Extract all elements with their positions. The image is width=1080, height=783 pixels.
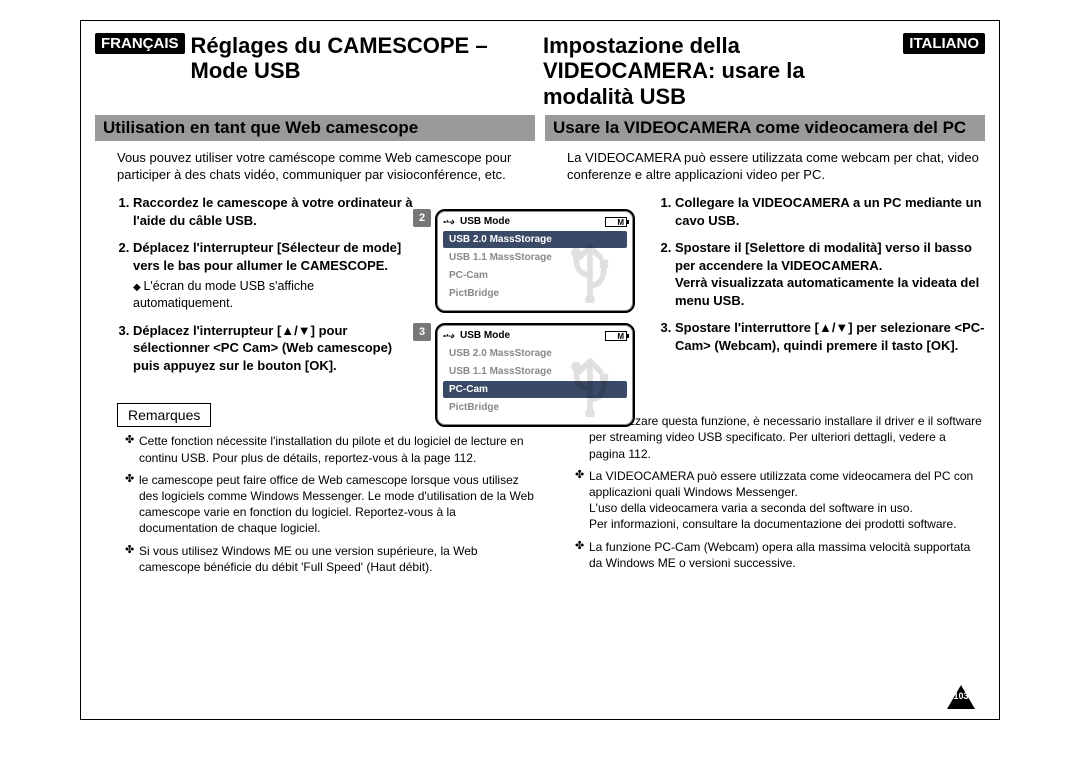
usb-icon: USB Mode (443, 216, 510, 227)
lang-badge-fr: FRANÇAIS (95, 33, 185, 54)
notes-label-fr: Remarques (117, 403, 211, 428)
steps-it: Collegare la VIDEOCAMERA a un PC mediant… (675, 194, 985, 354)
page-number-badge: 103 (947, 685, 975, 709)
screen-title: USB Mode (460, 330, 510, 341)
screenshot-step2: 2 USB Mode M USB 2.0 MassStorage USB 1.1… (435, 209, 645, 313)
step2-it: Spostare il [Selettore di modalità] vers… (675, 239, 985, 309)
subheader-it: Usare la VIDEOCAMERA come videocamera de… (545, 115, 985, 141)
screenshot-step3: 3 USB Mode M USB 2.0 MassStorage USB 1.1… (435, 323, 645, 427)
note3-it: La funzione PC-Cam (Webcam) opera alla m… (575, 539, 985, 571)
usb-mode-screen-2: USB Mode M USB 2.0 MassStorage USB 1.1 M… (435, 209, 635, 313)
step2-sub-fr: L'écran du mode USB s'affiche automatiqu… (133, 278, 415, 312)
note3-fr: Si vous utilisez Windows ME ou une versi… (125, 543, 535, 575)
battery-icon: M (605, 331, 627, 341)
step-number-3: 3 (413, 323, 431, 341)
manual-page: FRANÇAIS Réglages du CAMESCOPE – Mode US… (80, 20, 1000, 720)
step1-it: Collegare la VIDEOCAMERA a un PC mediant… (675, 194, 985, 229)
page-number: 103 (947, 691, 975, 701)
usb-trident-icon (555, 233, 625, 303)
step-number-2: 2 (413, 209, 431, 227)
screen-title: USB Mode (460, 216, 510, 227)
usb-mode-screen-3: USB Mode M USB 2.0 MassStorage USB 1.1 M… (435, 323, 635, 427)
page-title-fr: Réglages du CAMESCOPE – Mode USB (191, 33, 538, 84)
note1-fr: Cette fonction nécessite l'installation … (125, 433, 535, 465)
lang-badge-it: ITALIANO (903, 33, 985, 54)
note2-it: La VIDEOCAMERA può essere utilizzata com… (575, 468, 985, 533)
note2-fr: le camescope peut faire office de Web ca… (125, 472, 535, 537)
page-title-it: Impostazione della VIDEOCAMERA: usare la… (543, 33, 897, 109)
step3-it: Spostare l'interruttore [▲/▼] per selezi… (675, 319, 985, 354)
usb-trident-icon (555, 347, 625, 417)
subheader-row: Utilisation en tant que Web camescope Us… (95, 115, 985, 141)
title-right: Impostazione della VIDEOCAMERA: usare la… (543, 33, 985, 109)
notes-fr: Cette fonction nécessite l'installation … (125, 433, 535, 575)
intro-it: La VIDEOCAMERA può essere utilizzata com… (567, 149, 985, 184)
usb-icon: USB Mode (443, 330, 510, 341)
battery-icon: M (605, 217, 627, 227)
intro-fr: Vous pouvez utiliser votre caméscope com… (117, 149, 535, 184)
subheader-fr: Utilisation en tant que Web camescope (95, 115, 535, 141)
title-row: FRANÇAIS Réglages du CAMESCOPE – Mode US… (95, 33, 985, 109)
title-left: FRANÇAIS Réglages du CAMESCOPE – Mode US… (95, 33, 537, 84)
device-screenshots: 2 USB Mode M USB 2.0 MassStorage USB 1.1… (435, 209, 645, 437)
